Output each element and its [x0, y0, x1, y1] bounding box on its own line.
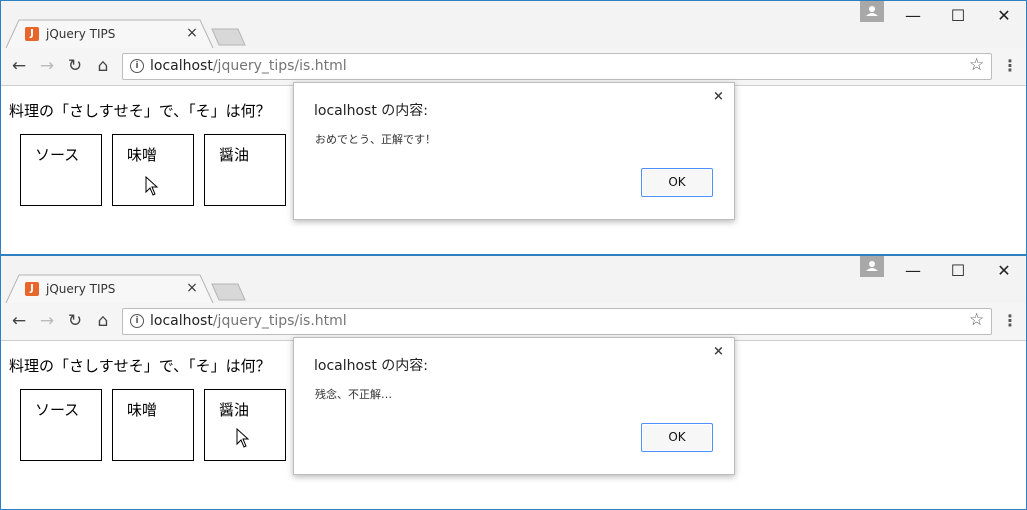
reload-icon[interactable]: ↻	[65, 56, 85, 76]
url-text: localhost/jquery_tips/is.html	[150, 313, 347, 329]
bookmark-star-icon[interactable]: ☆	[969, 310, 984, 330]
title-bar: J jQuery TIPS × — ☐ ✕	[1, 256, 1026, 304]
new-tab-button[interactable]	[211, 28, 247, 46]
title-bar: J jQuery TIPS × — ☐ ✕	[1, 1, 1026, 49]
ok-button[interactable]: OK	[641, 168, 713, 197]
dialog-title: localhost の内容:	[314, 358, 429, 374]
maximize-button[interactable]: ☐	[943, 7, 973, 25]
dialog-title: localhost の内容:	[314, 103, 429, 119]
dialog-close-icon[interactable]: ×	[713, 89, 724, 104]
dialog-message: 残念、不正解…	[315, 388, 392, 401]
browser-window-incorrect: J jQuery TIPS × — ☐ ✕ ← → ↻ ⌂ i localhos…	[0, 255, 1027, 510]
choice-label: ソース	[35, 146, 80, 164]
close-window-button[interactable]: ✕	[989, 262, 1019, 280]
reload-icon[interactable]: ↻	[65, 311, 85, 331]
toolbar: ← → ↻ ⌂ i localhost/jquery_tips/is.html …	[1, 303, 1026, 341]
tab-title: jQuery TIPS	[46, 27, 116, 41]
mouse-cursor-icon	[145, 176, 159, 196]
address-bar[interactable]: i localhost/jquery_tips/is.html ☆	[122, 308, 992, 335]
choice-shoyu[interactable]: 醤油	[204, 389, 286, 461]
tab-close-icon[interactable]: ×	[185, 280, 199, 296]
jquery-favicon-icon: J	[25, 282, 39, 296]
forward-icon[interactable]: →	[37, 56, 57, 76]
forward-icon[interactable]: →	[37, 311, 57, 331]
choice-label: 味噌	[127, 401, 158, 419]
url-path: /jquery_tips/is.html	[212, 58, 347, 74]
choice-sauce[interactable]: ソース	[20, 389, 102, 461]
bookmark-star-icon[interactable]: ☆	[969, 55, 984, 75]
minimize-button[interactable]: —	[898, 7, 928, 25]
question-text: 料理の「さしすせそ」で、「そ」は何？	[9, 102, 271, 120]
tab-close-icon[interactable]: ×	[185, 25, 199, 41]
url-text: localhost/jquery_tips/is.html	[150, 58, 347, 74]
alert-dialog: localhost の内容: × 残念、不正解… OK	[293, 337, 735, 475]
back-icon[interactable]: ←	[9, 311, 29, 331]
profile-icon[interactable]	[860, 256, 884, 277]
tab-title: jQuery TIPS	[46, 282, 116, 296]
choice-miso[interactable]: 味噌	[112, 389, 194, 461]
choice-label: 醤油	[219, 146, 250, 164]
browser-window-correct: J jQuery TIPS × — ☐ ✕ ← → ↻ ⌂ i localhos…	[0, 0, 1027, 255]
question-text: 料理の「さしすせそ」で、「そ」は何？	[9, 357, 271, 375]
menu-icon[interactable]: ⋮	[1002, 56, 1018, 75]
home-icon[interactable]: ⌂	[93, 56, 113, 76]
choice-label: ソース	[35, 401, 80, 419]
alert-dialog: localhost の内容: × おめでとう、正解です！ OK	[293, 82, 735, 220]
info-icon[interactable]: i	[130, 59, 144, 73]
toolbar: ← → ↻ ⌂ i localhost/jquery_tips/is.html …	[1, 48, 1026, 86]
url-path: /jquery_tips/is.html	[212, 313, 347, 329]
dialog-close-icon[interactable]: ×	[713, 344, 724, 359]
url-host: localhost	[150, 313, 213, 329]
maximize-button[interactable]: ☐	[943, 262, 973, 280]
menu-icon[interactable]: ⋮	[1002, 311, 1018, 330]
url-host: localhost	[150, 58, 213, 74]
home-icon[interactable]: ⌂	[93, 311, 113, 331]
info-icon[interactable]: i	[130, 314, 144, 328]
mouse-cursor-icon	[236, 428, 250, 448]
choice-sauce[interactable]: ソース	[20, 134, 102, 206]
choice-shoyu[interactable]: 醤油	[204, 134, 286, 206]
profile-icon[interactable]	[860, 1, 884, 22]
address-bar[interactable]: i localhost/jquery_tips/is.html ☆	[122, 53, 992, 80]
minimize-button[interactable]: —	[898, 262, 928, 280]
choice-label: 味噌	[127, 146, 158, 164]
dialog-message: おめでとう、正解です！	[315, 133, 436, 146]
ok-button[interactable]: OK	[641, 423, 713, 452]
close-window-button[interactable]: ✕	[989, 7, 1019, 25]
back-icon[interactable]: ←	[9, 56, 29, 76]
choice-label: 醤油	[219, 401, 250, 419]
jquery-favicon-icon: J	[25, 27, 39, 41]
new-tab-button[interactable]	[211, 283, 247, 301]
